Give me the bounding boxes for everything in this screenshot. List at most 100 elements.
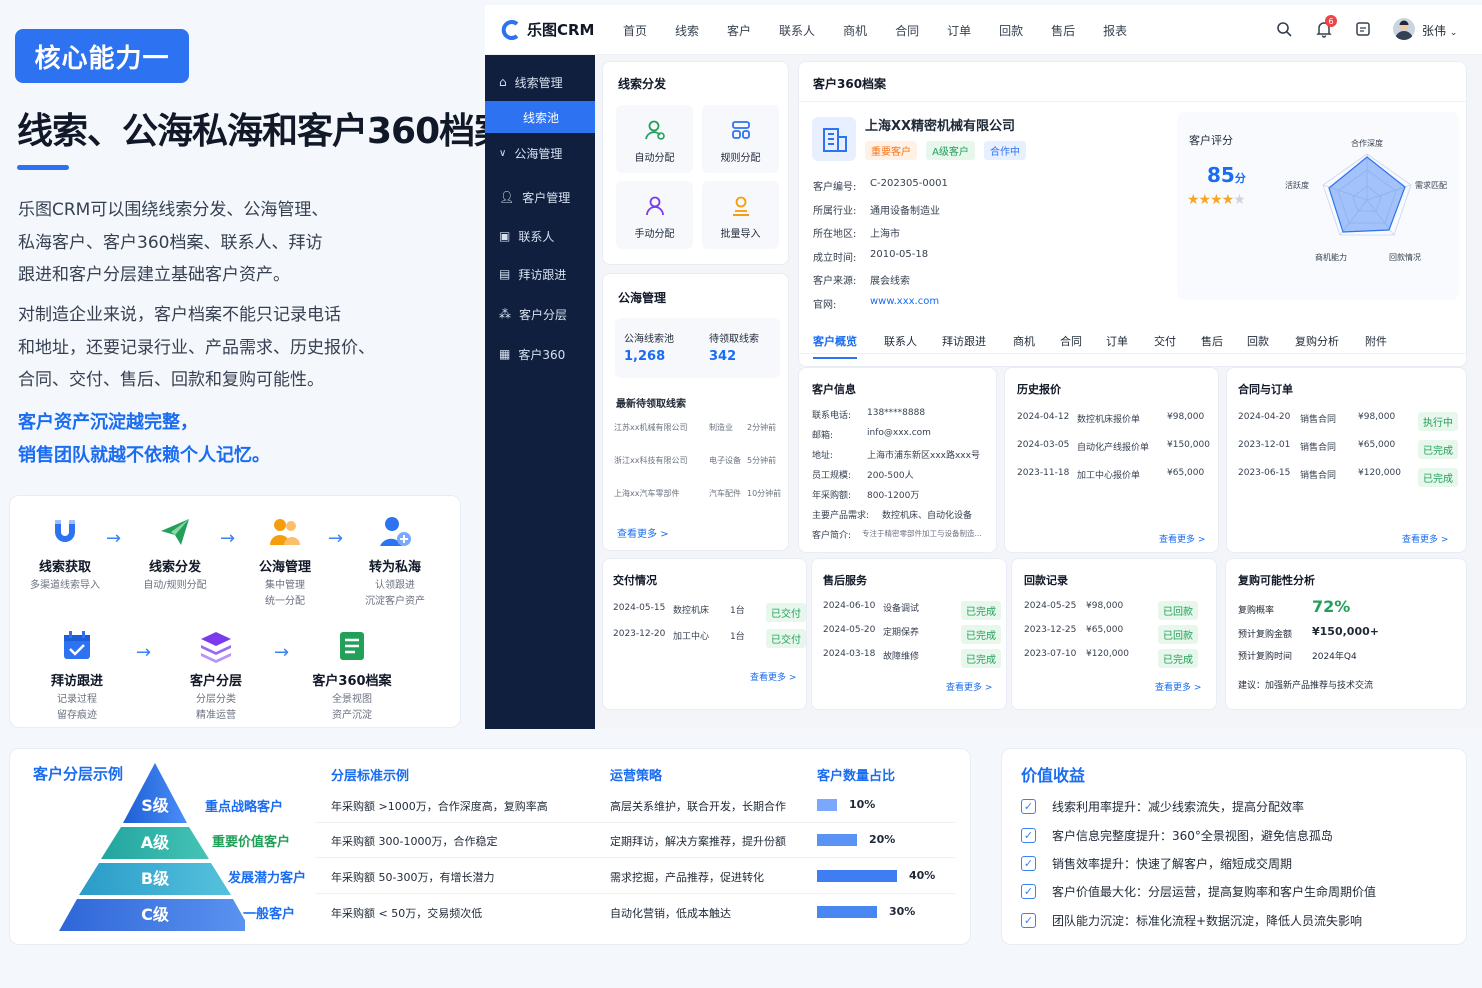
view-more-link[interactable]: 查看更多 > (1159, 532, 1205, 545)
rule-assign-button[interactable]: 规则分配 (702, 105, 779, 173)
info-row: 年采购额: 800-1200万 (812, 491, 920, 501)
process-flow-panel: 线索获取 多渠道线索导入 → 线索分发 自动/规则分配 → 公海管理 集中管理统… (9, 495, 461, 728)
table-row[interactable]: 2023-11-18 加工中心报价单 ¥65,000 (1017, 468, 1204, 481)
logo-mark-icon (501, 19, 519, 40)
tab-payments[interactable]: 回款 (1247, 333, 1269, 349)
view-more-link[interactable]: 查看更多 > (1402, 532, 1448, 545)
flow-step-desc: 分层分类 精准运营 (196, 694, 236, 721)
share-bar (817, 870, 897, 882)
view-more-link[interactable]: 查看更多 > (617, 525, 669, 540)
quote-history-card: 历史报价 2024-04-12 数控机床报价单 ¥98,000 2024-03-05… (1004, 367, 1219, 553)
layer-standard: 年采购额 < 50万，交易频次低 (331, 907, 483, 920)
tab-repurchase[interactable]: 复购分析 (1295, 333, 1339, 349)
calendar-check-icon (59, 628, 95, 664)
flow-step-desc: 多渠道线索导入 (30, 580, 100, 591)
message-icon[interactable] (1355, 21, 1371, 41)
list-item[interactable]: 上海xx汽车零部件 汽车配件 10分钟前 (614, 488, 781, 499)
flow-step-desc: 自动/规则分配 (143, 580, 207, 591)
company-name: 上海XX精密机械有限公司 (865, 119, 1016, 134)
sidebar-label: 公海管理 (514, 146, 563, 161)
sidebar-label: 拜访跟进 (518, 267, 567, 282)
card-title: 交付情况 (613, 574, 657, 587)
import-user-icon (732, 196, 749, 216)
nav-opportunities[interactable]: 商机 (843, 22, 867, 39)
field-row: 官网: www.xxx.com (813, 296, 940, 311)
tag-important: 重要客户 (865, 141, 917, 160)
para-line: 对制造企业来说，客户档案不能只记录电话 (18, 305, 341, 325)
tab-attachments[interactable]: 附件 (1365, 333, 1387, 349)
nav-reports[interactable]: 报表 (1103, 22, 1127, 39)
table-row[interactable]: 2024-05-15 数控机床 1台 已交付 (613, 603, 806, 622)
card-title: 客户信息 (812, 383, 856, 396)
list-item[interactable]: 浙江xx科技有限公司 电子设备 5分钟前 (614, 455, 776, 466)
sidebar-item-customers[interactable]: 👤︎ 客户管理 (485, 181, 595, 213)
status-badge: 已完成 (1418, 468, 1458, 487)
nav-orders[interactable]: 订单 (947, 22, 971, 39)
customer-info-card: 客户信息 联系电话: 138****8888 邮箱: info@xxx.com 地址… (798, 367, 997, 553)
table-row[interactable]: 2024-06-10 设备调试 已完成 (823, 601, 1001, 620)
bulk-import-button[interactable]: 批量导入 (702, 181, 779, 249)
tab-after-sales[interactable]: 售后 (1201, 333, 1223, 349)
table-row[interactable]: 2024-04-12 数控机床报价单 ¥98,000 (1017, 412, 1204, 425)
auto-assign-button[interactable]: 自动分配 (616, 105, 693, 173)
tab-overview[interactable]: 客户概览 (813, 333, 857, 359)
user-auto-icon (644, 120, 665, 140)
contact-card-icon: ▣ (499, 229, 511, 243)
section-subtitle: 最新待领取线索 (616, 399, 686, 410)
view-more-link[interactable]: 查看更多 > (750, 670, 796, 683)
crm-logo[interactable]: 乐图CRM (501, 19, 595, 40)
chevron-down-icon: ∨ (499, 147, 507, 159)
sidebar-item-layers[interactable]: ⁂ 客户分层 (485, 298, 595, 330)
table-row[interactable]: 2024-03-18 故障维修 已完成 (823, 649, 1001, 668)
table-row[interactable]: 2023-12-20 加工中心 1台 已交付 (613, 629, 806, 648)
tag-cooperating: 合作中 (984, 141, 1027, 160)
sidebar-item-360[interactable]: ▦ 客户360 (485, 338, 595, 370)
nav-leads[interactable]: 线索 (675, 22, 699, 39)
list-item[interactable]: 江苏xx机械有限公司 制造业 2分钟前 (614, 422, 776, 433)
tab-orders[interactable]: 订单 (1106, 333, 1128, 349)
stat-label: 公海线索池 (624, 334, 674, 345)
flow-step-layering: 客户分层 分层分类 精准运营 (161, 628, 271, 724)
sidebar-item-public-pool[interactable]: ∨ 公海管理 (485, 137, 595, 169)
search-icon[interactable] (1276, 21, 1292, 41)
layer-label: C级 (141, 905, 170, 924)
table-row[interactable]: 2024-05-25 ¥98,000 已回款 (1024, 601, 1198, 620)
flow-step-name: 拜访跟进 (50, 674, 103, 689)
tab-contacts[interactable]: 联系人 (884, 333, 917, 349)
layer-strategy: 定期拜访，解决方案推荐，提升份额 (610, 835, 786, 848)
nav-home[interactable]: 首页 (623, 22, 647, 39)
table-row[interactable]: 2024-03-05 自动化产线报价单 ¥150,000 (1017, 440, 1210, 453)
nav-after-sales[interactable]: 售后 (1051, 22, 1075, 39)
field-row: 客户来源: 展会线索 (813, 276, 910, 287)
panel-title: 价值收益 (1021, 766, 1086, 785)
highlight-text: 客户资产沉淀越完整， 销售团队就越不依赖个人记忆。 (18, 407, 478, 472)
sidebar-item-visits[interactable]: ▤ 拜访跟进 (485, 258, 595, 290)
sidebar-item-leads[interactable]: ⌂ 线索管理 (485, 66, 595, 98)
tab-delivery[interactable]: 交付 (1154, 333, 1176, 349)
table-row[interactable]: 2023-06-15 销售合同 ¥120,000 已完成 (1238, 468, 1458, 487)
website-link[interactable]: www.xxx.com (870, 296, 939, 311)
tab-visits[interactable]: 拜访跟进 (942, 333, 986, 349)
table-row[interactable]: 2023-12-25 ¥65,000 已回款 (1024, 625, 1198, 644)
nav-contacts[interactable]: 联系人 (779, 22, 815, 39)
view-more-link[interactable]: 查看更多 > (1155, 680, 1201, 693)
radar-label: 需求匹配 (1415, 180, 1447, 190)
table-row[interactable]: 2023-12-01 销售合同 ¥65,000 已完成 (1238, 440, 1458, 459)
sidebar-item-contacts[interactable]: ▣ 联系人 (485, 220, 595, 252)
table-row[interactable]: 2023-07-10 ¥120,000 已完成 (1024, 649, 1198, 668)
avatar[interactable] (1393, 18, 1415, 40)
table-row[interactable]: 2024-05-20 定期保养 已完成 (823, 625, 1001, 644)
sidebar-item-lead-pool[interactable]: 线索池 (485, 101, 595, 133)
sidebar-label: 线索管理 (514, 75, 563, 90)
user-name[interactable]: 张伟 ⌄ (1422, 22, 1457, 39)
benefit-item: ✓ 销售效率提升：快速了解客户，缩短成交周期 (1021, 855, 1292, 872)
nav-payments[interactable]: 回款 (999, 22, 1023, 39)
nav-contracts[interactable]: 合同 (895, 22, 919, 39)
nav-customers[interactable]: 客户 (727, 22, 751, 39)
manual-assign-button[interactable]: 手动分配 (616, 181, 693, 249)
tab-opportunities[interactable]: 商机 (1013, 333, 1035, 349)
view-more-link[interactable]: 查看更多 > (946, 680, 992, 693)
tab-contracts[interactable]: 合同 (1060, 333, 1082, 349)
table-row[interactable]: 2024-04-20 销售合同 ¥98,000 执行中 (1238, 412, 1458, 431)
share-value: 20% (869, 833, 896, 846)
